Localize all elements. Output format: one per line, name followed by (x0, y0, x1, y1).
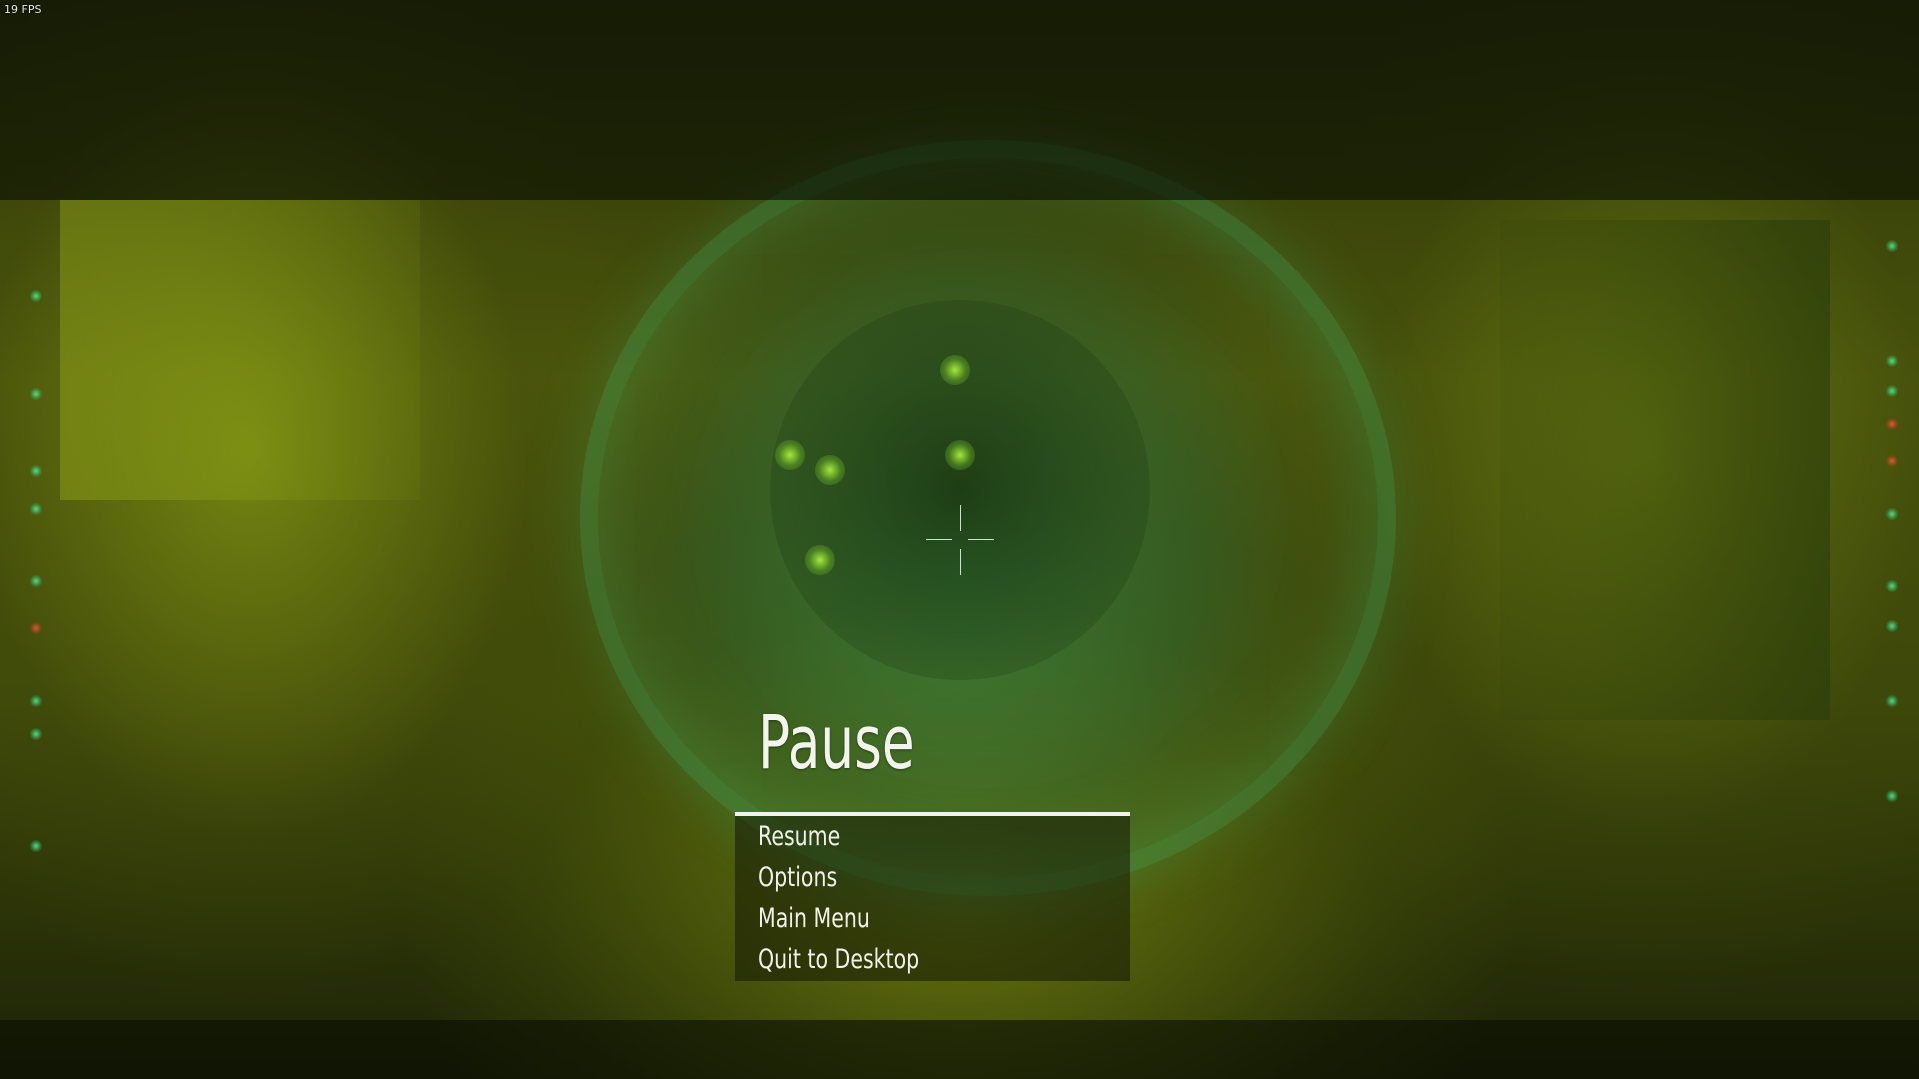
status-led (30, 503, 42, 515)
status-led (30, 465, 42, 477)
pause-menu-title: Pause (758, 700, 915, 786)
fps-counter: 19 FPS (4, 3, 42, 16)
status-led (30, 290, 42, 302)
status-led-red (1886, 418, 1898, 430)
left-console-panel (60, 200, 420, 500)
status-led (1886, 620, 1898, 632)
resume-button[interactable]: Resume (758, 820, 840, 854)
options-button[interactable]: Options (758, 861, 837, 895)
core-light (945, 440, 975, 470)
status-led (1886, 695, 1898, 707)
status-led (1886, 790, 1898, 802)
status-led (30, 728, 42, 740)
status-led-red (1886, 455, 1898, 467)
crosshair-icon (926, 505, 994, 575)
core-light (775, 440, 805, 470)
status-led (30, 388, 42, 400)
crosshair-left-tick (926, 539, 952, 540)
status-led-red (30, 622, 42, 634)
crosshair-bottom-tick (960, 549, 961, 575)
status-led (30, 840, 42, 852)
right-machinery (1500, 220, 1830, 720)
core-light (805, 545, 835, 575)
pause-menu-panel: Resume Options Main Menu Quit to Desktop (735, 816, 1130, 981)
status-led (30, 575, 42, 587)
status-led (1886, 355, 1898, 367)
status-led (1886, 508, 1898, 520)
core-light (815, 455, 845, 485)
letterbox-top (0, 0, 1919, 200)
quit-to-desktop-button[interactable]: Quit to Desktop (758, 943, 919, 977)
main-menu-button[interactable]: Main Menu (758, 902, 870, 936)
status-led (30, 695, 42, 707)
status-led (1886, 240, 1898, 252)
status-led (1886, 580, 1898, 592)
crosshair-top-tick (960, 505, 961, 531)
crosshair-right-tick (968, 539, 994, 540)
core-light (940, 355, 970, 385)
status-led (1886, 385, 1898, 397)
letterbox-bottom (0, 1020, 1919, 1079)
